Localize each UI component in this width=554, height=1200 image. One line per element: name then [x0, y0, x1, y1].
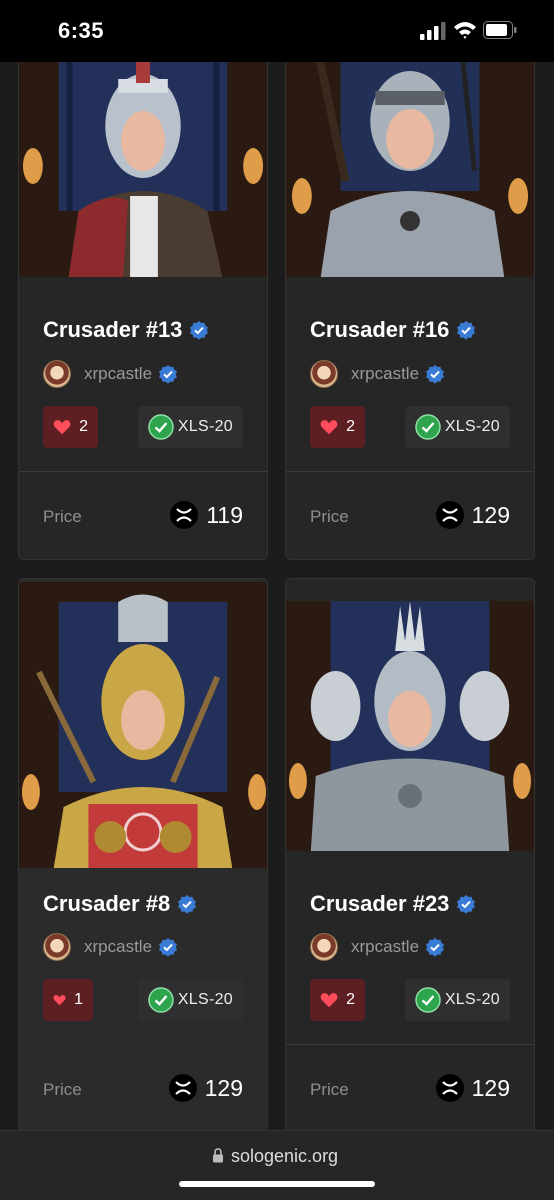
divider — [286, 471, 534, 472]
standard-badge: XLS-20 — [404, 406, 510, 448]
verified-icon — [190, 321, 209, 340]
likes-count: 2 — [346, 991, 355, 1008]
check-icon — [415, 414, 441, 440]
xrp-icon — [435, 501, 464, 529]
nft-grid: Crusader #13 xrpcastle 2 XLS-20 Price 11… — [0, 0, 554, 1200]
battery-icon — [483, 21, 517, 39]
likes-count: 1 — [74, 991, 83, 1008]
standard-label: XLS-20 — [444, 991, 500, 1008]
creator-avatar — [310, 933, 338, 961]
like-button[interactable]: 2 — [310, 979, 365, 1021]
check-icon — [415, 987, 441, 1013]
creator-link[interactable]: xrpcastle — [43, 360, 178, 388]
check-icon — [148, 987, 174, 1013]
nft-title[interactable]: Crusader #23 — [310, 891, 476, 917]
nft-title[interactable]: Crusader #8 — [43, 891, 197, 917]
verified-icon — [457, 895, 476, 914]
price-value: 129 — [204, 1074, 243, 1101]
price-value: 129 — [471, 1074, 510, 1101]
price-label: Price — [43, 507, 82, 526]
browser-url-bar[interactable]: sologenic.org — [0, 1130, 554, 1200]
home-indicator[interactable] — [179, 1181, 375, 1187]
creator-name[interactable]: xrpcastle — [351, 937, 419, 957]
heart-icon — [320, 993, 338, 1008]
creator-link[interactable]: xrpcastle — [43, 933, 178, 961]
xrp-icon — [435, 1074, 464, 1102]
standard-badge: XLS-20 — [137, 406, 243, 448]
price-value: 119 — [206, 501, 243, 528]
like-button[interactable]: 1 — [43, 979, 93, 1021]
nft-image[interactable] — [286, 601, 534, 851]
creator-avatar — [310, 360, 338, 388]
like-button[interactable]: 2 — [310, 406, 365, 448]
price-label: Price — [43, 1080, 82, 1099]
heart-icon — [53, 420, 71, 435]
nft-card-crusader-8[interactable]: Crusader #8 xrpcastle 1 XLS-20 Price 129 — [18, 578, 268, 1138]
likes-count: 2 — [79, 418, 88, 435]
verified-icon — [159, 938, 178, 957]
like-button[interactable]: 2 — [43, 406, 98, 448]
heart-icon — [53, 995, 66, 1006]
creator-name[interactable]: xrpcastle — [351, 364, 419, 384]
price-label: Price — [310, 507, 349, 526]
nft-title[interactable]: Crusader #13 — [43, 317, 209, 343]
url-text[interactable]: sologenic.org — [231, 1146, 338, 1167]
verified-icon — [426, 938, 445, 957]
heart-icon — [320, 420, 338, 435]
signal-icon — [420, 22, 446, 40]
status-bar: 6:35 — [0, 0, 554, 62]
xrp-icon — [170, 501, 199, 529]
nft-title-text[interactable]: Crusader #16 — [310, 317, 449, 343]
divider — [19, 471, 267, 472]
price: 119 — [170, 501, 243, 529]
nft-title-text[interactable]: Crusader #13 — [43, 317, 182, 343]
status-time: 6:35 — [58, 18, 105, 43]
wifi-icon — [454, 22, 476, 39]
divider — [286, 1044, 534, 1045]
nft-title[interactable]: Crusader #16 — [310, 317, 476, 343]
check-icon — [148, 414, 174, 440]
price-label: Price — [310, 1080, 349, 1099]
creator-avatar — [43, 360, 71, 388]
verified-icon — [178, 895, 197, 914]
creator-name[interactable]: xrpcastle — [84, 937, 152, 957]
price-value: 129 — [471, 501, 510, 528]
crusader-23-artwork — [286, 601, 534, 851]
creator-link[interactable]: xrpcastle — [310, 933, 445, 961]
creator-link[interactable]: xrpcastle — [310, 360, 445, 388]
creator-name[interactable]: xrpcastle — [84, 364, 152, 384]
verified-icon — [426, 365, 445, 384]
nft-title-text[interactable]: Crusader #23 — [310, 891, 449, 917]
price: 129 — [435, 1074, 510, 1102]
nft-image[interactable] — [19, 582, 267, 868]
standard-label: XLS-20 — [177, 418, 233, 435]
verified-icon — [457, 321, 476, 340]
standard-label: XLS-20 — [177, 991, 233, 1008]
lock-icon — [213, 1148, 223, 1163]
nft-card-crusader-13[interactable]: Crusader #13 xrpcastle 2 XLS-20 Price 11… — [18, 20, 268, 560]
xrp-icon — [168, 1074, 197, 1102]
standard-badge: XLS-20 — [137, 979, 243, 1021]
price: 129 — [168, 1074, 243, 1102]
standard-badge: XLS-20 — [404, 979, 510, 1021]
standard-label: XLS-20 — [444, 418, 500, 435]
nft-title-text[interactable]: Crusader #8 — [43, 891, 170, 917]
verified-icon — [159, 365, 178, 384]
nft-card-crusader-16[interactable]: Crusader #16 xrpcastle 2 XLS-20 Price 12… — [285, 20, 535, 560]
creator-avatar — [43, 933, 71, 961]
likes-count: 2 — [346, 418, 355, 435]
price: 129 — [435, 501, 510, 529]
nft-card-crusader-23[interactable]: Crusader #23 xrpcastle 2 XLS-20 Price 12… — [285, 578, 535, 1138]
crusader-8-artwork — [19, 582, 267, 868]
